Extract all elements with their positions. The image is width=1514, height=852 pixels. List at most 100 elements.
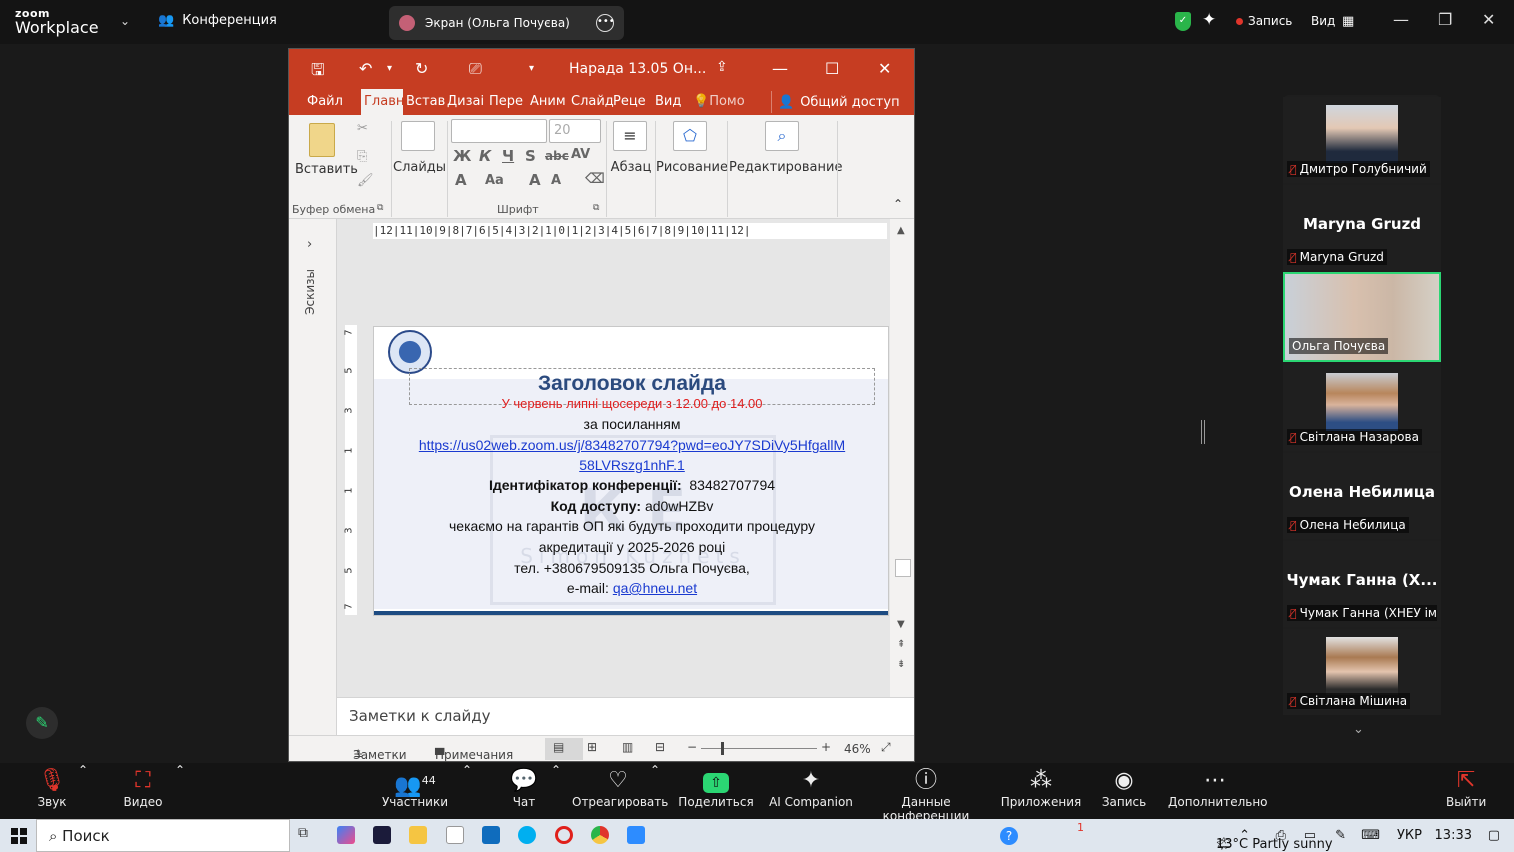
email-link[interactable]: qa@hneu.net bbox=[613, 580, 697, 596]
notepad-icon[interactable] bbox=[446, 826, 464, 844]
copy-icon[interactable]: ⎘ bbox=[357, 149, 367, 164]
chevron-down-icon[interactable]: ⌄ bbox=[1353, 722, 1364, 737]
audio-button[interactable]: 🎙 Звук bbox=[30, 763, 74, 809]
undo-icon[interactable]: ↶ bbox=[359, 59, 372, 78]
clock[interactable]: 13:33 bbox=[1435, 828, 1472, 843]
clear-formatting-icon[interactable]: ⌫ bbox=[585, 171, 605, 187]
zoom-level[interactable]: 46% bbox=[844, 742, 871, 756]
view-grid-icon[interactable]: ▦ bbox=[1342, 14, 1354, 29]
tab-insert[interactable]: Встав bbox=[406, 94, 445, 109]
shrink-font-icon[interactable]: A bbox=[551, 173, 561, 188]
zoom-slider-track[interactable] bbox=[701, 748, 817, 749]
underline-icon[interactable]: Ч bbox=[502, 147, 514, 165]
grow-font-icon[interactable]: A bbox=[529, 171, 541, 189]
slide-canvas[interactable]: К Е Simon Kuznets Заголовок слайда У черв… bbox=[373, 326, 889, 616]
leave-button[interactable]: ⇱ Выйти bbox=[1446, 763, 1486, 809]
close-icon[interactable]: ✕ bbox=[1482, 10, 1495, 29]
tab-slideshow[interactable]: Слайд bbox=[571, 94, 614, 109]
find-icon[interactable]: ⌕ bbox=[765, 121, 799, 151]
change-case-icon[interactable]: Aa bbox=[485, 173, 504, 188]
recording-indicator[interactable]: Запись bbox=[1236, 14, 1292, 28]
restore-icon[interactable]: ❐ bbox=[1438, 10, 1452, 29]
ppt-close-icon[interactable]: ✕ bbox=[878, 59, 891, 78]
font-size-combo[interactable]: 20 bbox=[549, 119, 601, 143]
slide-link-line1[interactable]: https://us02web.zoom.us/j/83482707794?pw… bbox=[374, 437, 888, 453]
italic-icon[interactable]: К bbox=[479, 147, 491, 165]
paste-button[interactable]: Вставить bbox=[295, 162, 358, 177]
chrome-icon[interactable] bbox=[591, 826, 609, 844]
chevron-down-icon[interactable]: ⌄ bbox=[120, 14, 130, 28]
zoom-logo[interactable]: zoom Workplace bbox=[15, 8, 99, 36]
ppt-maximize-icon[interactable]: ☐ bbox=[825, 59, 839, 78]
tab-animations[interactable]: Аним bbox=[530, 94, 566, 109]
apps-button[interactable]: ⁂ Приложения bbox=[1000, 763, 1082, 809]
chat-button[interactable]: 💬 Чат bbox=[505, 763, 543, 809]
slides-button[interactable]: Слайды bbox=[393, 160, 446, 175]
participant-tile[interactable]: 🎙̸ Світлана Мішина bbox=[1283, 629, 1441, 715]
language-indicator[interactable]: УКР bbox=[1397, 828, 1422, 843]
paste-icon[interactable] bbox=[309, 123, 335, 157]
participant-tile[interactable]: Maryna Gruzd 🎙̸ Maryna Gruzd bbox=[1283, 185, 1441, 271]
view-button[interactable]: Вид bbox=[1311, 14, 1335, 28]
tab-file[interactable]: Файл bbox=[307, 94, 343, 109]
dialog-launcher-icon[interactable]: ⧉ bbox=[377, 203, 383, 213]
tab-view[interactable]: Вид bbox=[655, 94, 681, 109]
audio-caret-icon[interactable]: ⌃ bbox=[78, 763, 88, 777]
meet-now-icon[interactable]: ⎙ bbox=[1276, 828, 1286, 843]
video-caret-icon[interactable]: ⌃ bbox=[175, 763, 185, 777]
pen-icon[interactable]: ✎ bbox=[26, 707, 58, 739]
slide-link-line2[interactable]: 58LVRszg1nhF.1 bbox=[374, 457, 888, 473]
help-icon[interactable]: ? bbox=[1000, 827, 1018, 845]
outlook-icon[interactable] bbox=[482, 826, 500, 844]
drawing-icon[interactable]: ⬠ bbox=[673, 121, 707, 151]
slideshow-view-icon[interactable]: ⊟ bbox=[655, 740, 665, 754]
panel-splitter[interactable] bbox=[1201, 420, 1205, 444]
scroll-thumb[interactable] bbox=[895, 559, 911, 577]
ai-companion-button[interactable]: ✦ AI Companion bbox=[768, 763, 854, 809]
editing-button[interactable]: Редактирование bbox=[729, 160, 842, 175]
more-button[interactable]: ⋯ Дополнительно bbox=[1168, 763, 1268, 809]
spacing-icon[interactable]: AV bbox=[571, 147, 590, 162]
file-explorer-icon[interactable] bbox=[409, 826, 427, 844]
powershell-icon[interactable] bbox=[373, 826, 391, 844]
slide-title[interactable]: Заголовок слайда bbox=[374, 372, 888, 396]
zoom-app-icon[interactable] bbox=[627, 826, 645, 844]
customize-qat-icon[interactable]: ▾ bbox=[529, 63, 534, 74]
participant-tile[interactable]: Чумак Ганна (Х... 🎙̸ Чумак Ганна (ХНЕУ ім… bbox=[1283, 541, 1441, 627]
thumbnails-label[interactable]: Эскизы bbox=[303, 269, 317, 315]
format-painter-icon[interactable]: 🖌 bbox=[357, 173, 374, 188]
notifications-icon[interactable]: ▢ bbox=[1488, 828, 1500, 843]
scroll-down-icon[interactable]: ▼ bbox=[897, 619, 905, 630]
tab-home[interactable]: Главн bbox=[361, 89, 404, 115]
paragraph-icon[interactable]: ≡ bbox=[613, 121, 647, 151]
taskbar-search[interactable]: ⌕ Поиск bbox=[36, 819, 290, 852]
participants-button[interactable]: 👥44 Участники bbox=[380, 763, 450, 809]
tab-transitions[interactable]: Пере bbox=[489, 94, 523, 109]
share-button[interactable]: 👤 Общий доступ bbox=[771, 91, 911, 113]
participant-tile[interactable]: 🎙̸ Дмитро Голубничий bbox=[1283, 97, 1441, 183]
tray-expand-icon[interactable]: ⌃ bbox=[1239, 828, 1250, 843]
next-slide-icon[interactable]: ⇟ bbox=[897, 659, 905, 670]
font-name-combo[interactable] bbox=[451, 119, 547, 143]
tab-review[interactable]: Реце bbox=[613, 94, 646, 109]
participant-tile[interactable]: Олена Небилица 🎙̸ Олена Небилица bbox=[1283, 453, 1441, 539]
chat-caret-icon[interactable]: ⌃ bbox=[551, 763, 561, 777]
paragraph-button[interactable]: Абзац bbox=[608, 160, 654, 175]
reading-view-icon[interactable]: ▥ bbox=[622, 740, 633, 754]
task-view-icon[interactable]: ⧉ bbox=[298, 825, 316, 843]
slide-sorter-icon[interactable]: ⊞ bbox=[587, 740, 597, 754]
vertical-scrollbar[interactable]: ▲ ▼ ⇞ ⇟ bbox=[890, 219, 914, 697]
collapse-ribbon-icon[interactable]: ⌃ bbox=[893, 197, 903, 211]
slides-icon[interactable] bbox=[401, 121, 435, 151]
tab-help[interactable]: 💡Помо bbox=[693, 94, 745, 109]
windows-start-icon[interactable] bbox=[11, 828, 27, 844]
bold-icon[interactable]: Ж bbox=[453, 147, 471, 165]
more-icon[interactable]: ••• bbox=[596, 14, 615, 32]
record-button[interactable]: ◉ Запись bbox=[1098, 763, 1150, 809]
pen-tray-icon[interactable]: ✎ bbox=[1335, 828, 1346, 843]
notes-pane[interactable]: Заметки к слайду bbox=[337, 697, 914, 735]
video-button[interactable]: ⛶ Видео bbox=[120, 763, 166, 809]
zoom-slider-handle[interactable] bbox=[721, 742, 724, 755]
undo-dropdown-icon[interactable]: ▾ bbox=[387, 63, 392, 74]
chevron-right-icon[interactable]: › bbox=[307, 237, 312, 252]
